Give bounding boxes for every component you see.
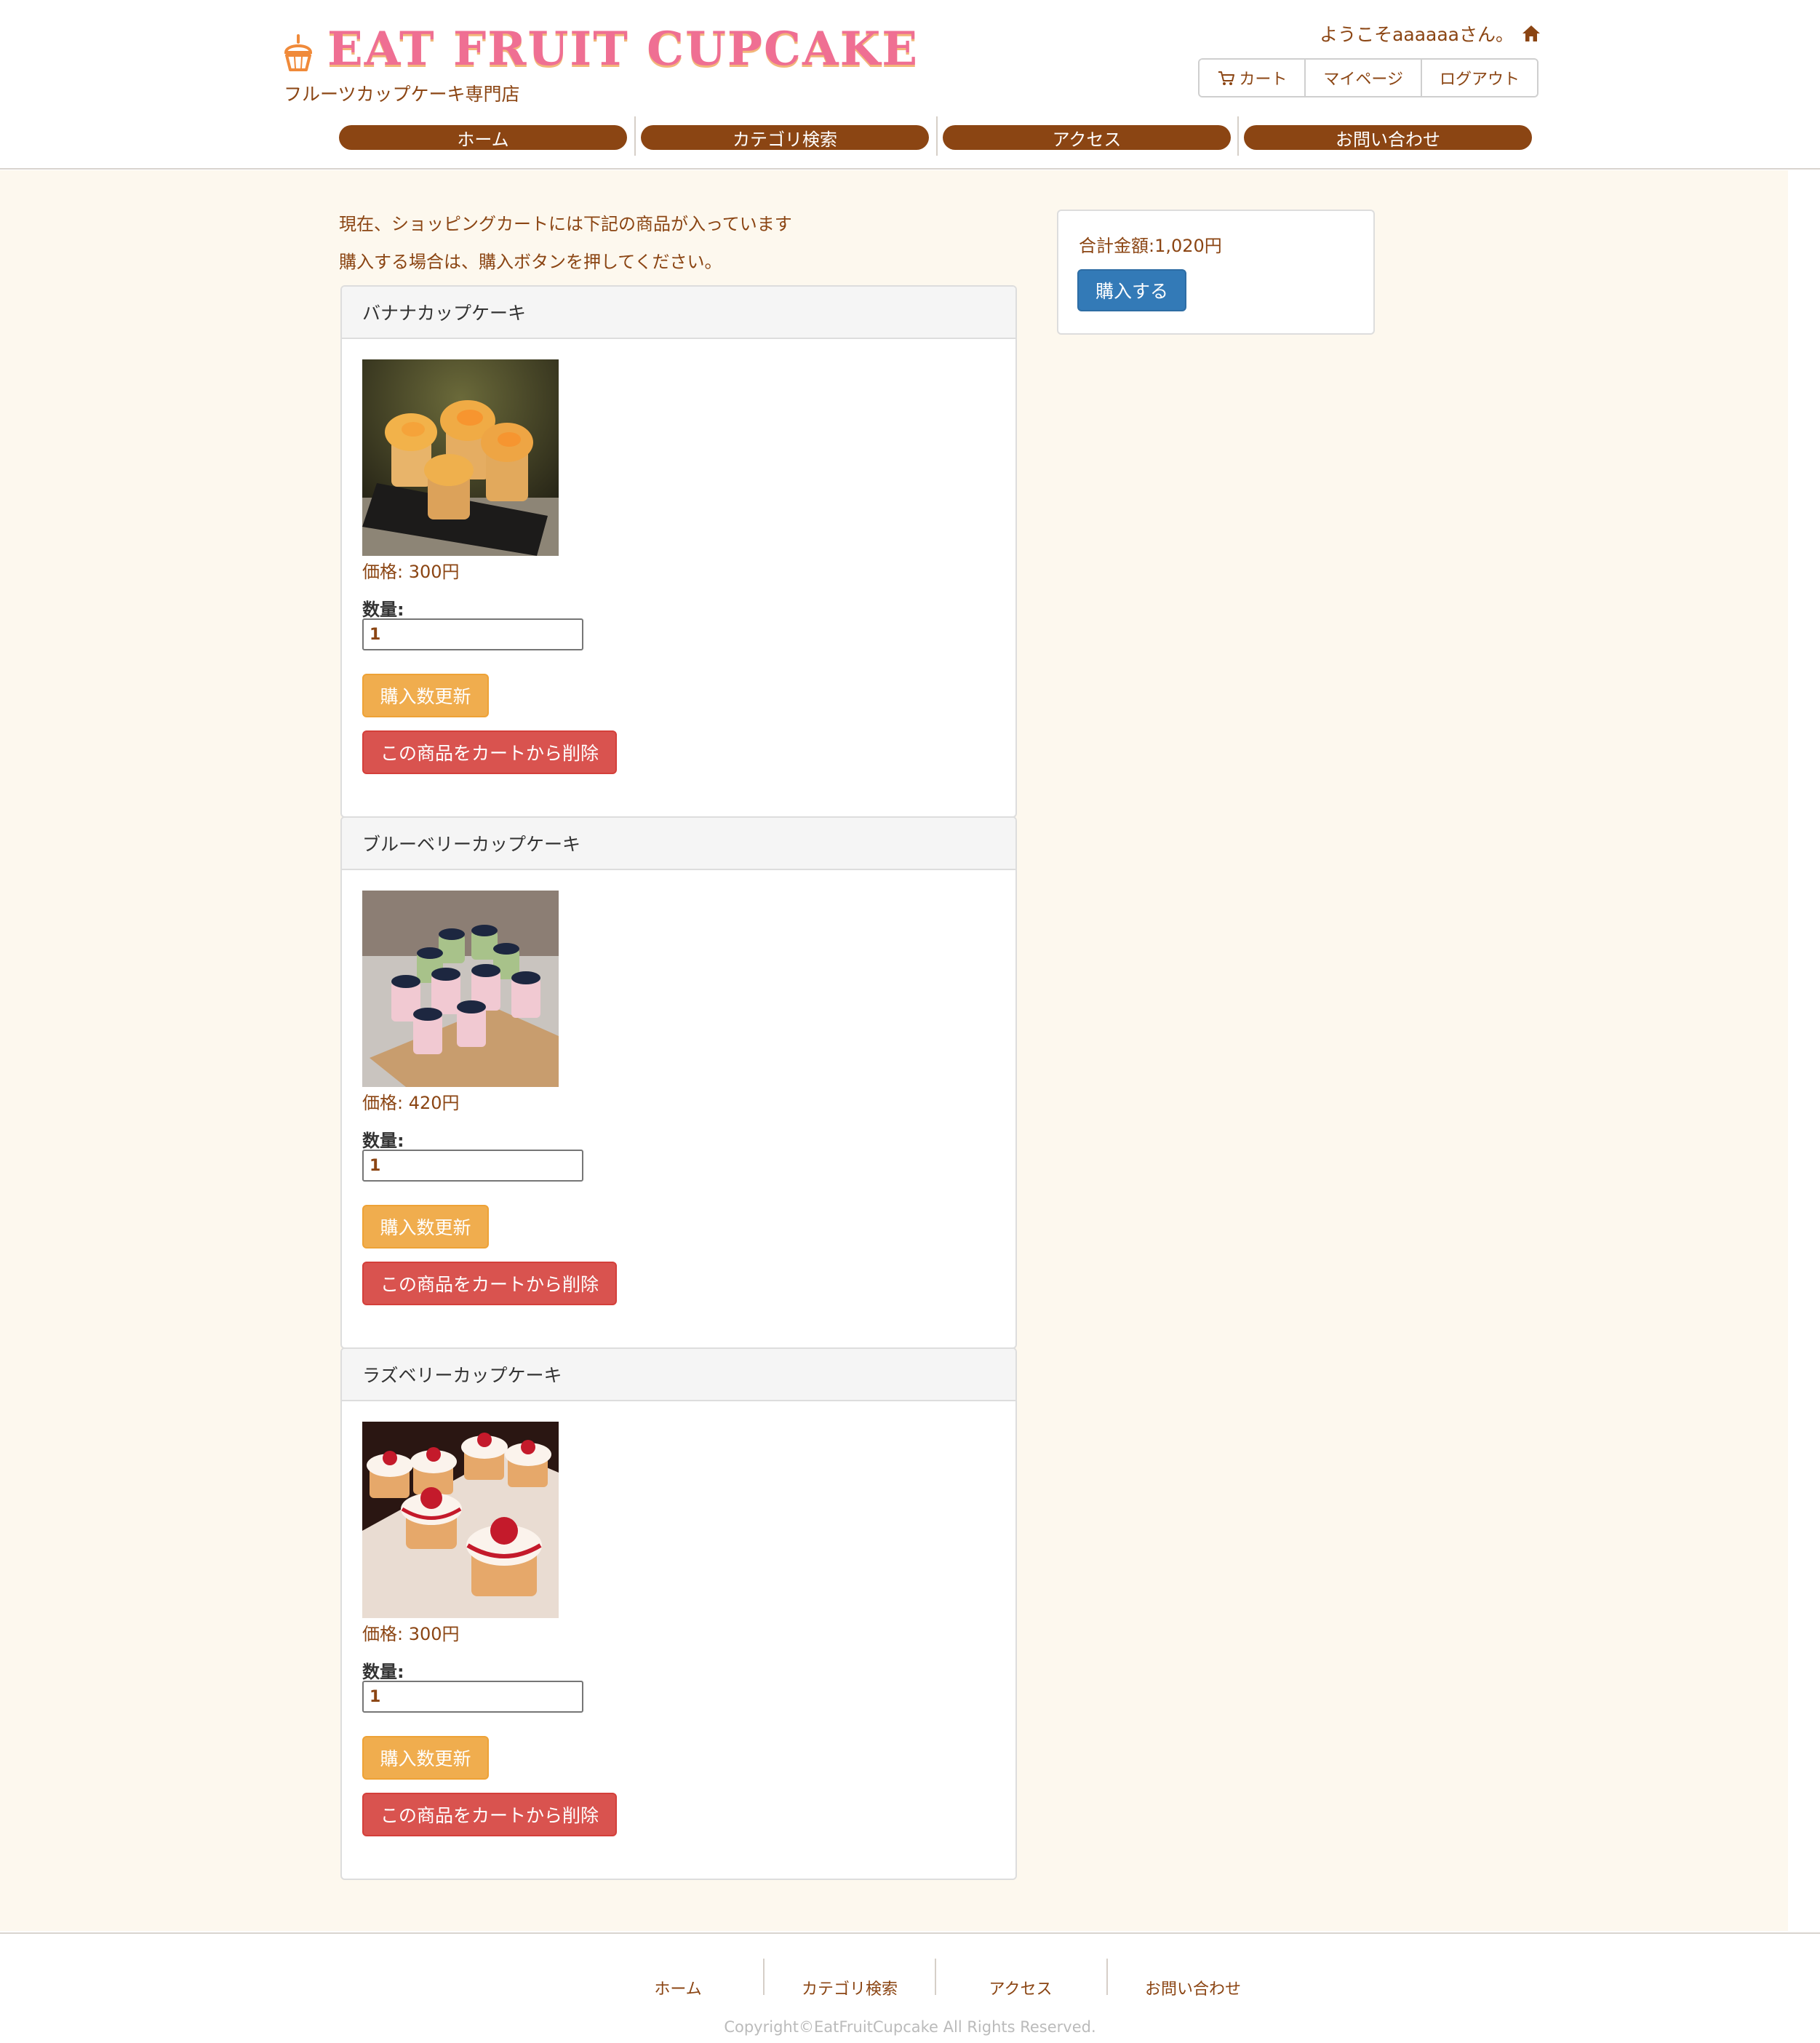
footer-divider — [1106, 1959, 1108, 1995]
cart-item-panel: ブルーベリーカップケーキ 価格: 420円 数量: 1 購入数更新 この商品をカ… — [340, 816, 1017, 1349]
site-footer: ホーム カテゴリ検索 アクセス お問い合わせ Copyright©EatFrui… — [0, 1932, 1820, 2043]
quantity-label: 数量: — [362, 600, 404, 620]
cart-item-price: 価格: 420円 — [362, 1093, 460, 1113]
cart-item-panel: バナナカップケーキ 価格: 300円 数量: 1 購入数更新 この商品をカートか… — [340, 285, 1017, 818]
cart-item-name: バナナカップケーキ — [342, 287, 1015, 339]
purchase-button[interactable]: 購入する — [1077, 269, 1186, 311]
nav-access[interactable]: アクセス — [943, 125, 1231, 150]
cart-item-name: ブルーベリーカップケーキ — [342, 818, 1015, 870]
nav-contact[interactable]: お問い合わせ — [1244, 125, 1532, 150]
remove-from-cart-button[interactable]: この商品をカートから削除 — [362, 730, 617, 774]
cart-item-name: ラズベリーカップケーキ — [342, 1349, 1015, 1401]
footer-link-home[interactable]: ホーム — [654, 1976, 701, 1999]
cart-item-price: 価格: 300円 — [362, 1624, 460, 1644]
remove-from-cart-button[interactable]: この商品をカートから削除 — [362, 1793, 617, 1836]
cart-button-label: カート — [1239, 71, 1288, 89]
cart-icon — [1218, 71, 1235, 85]
update-quantity-button[interactable]: 購入数更新 — [362, 1205, 489, 1248]
footer-link-access[interactable]: アクセス — [989, 1976, 1053, 1999]
footer-link-contact[interactable]: お問い合わせ — [1145, 1976, 1241, 1999]
footer-divider — [763, 1959, 765, 1995]
quantity-input[interactable] — [362, 1150, 583, 1182]
order-summary-panel: 合計金額:1,020円 購入する — [1057, 210, 1375, 335]
site-logo[interactable]: EAT FRUIT CUPCAKE — [327, 22, 919, 76]
mypage-button[interactable]: マイページ — [1304, 60, 1421, 96]
nav-divider — [634, 116, 636, 156]
raspberry-cupcake-image — [362, 1422, 559, 1618]
cart-intro-line-2: 購入する場合は、購入ボタンを押してください。 — [339, 252, 722, 272]
banana-cupcake-image — [362, 359, 559, 556]
site-tagline: フルーツカップケーキ専門店 — [284, 84, 520, 105]
quantity-label: 数量: — [362, 1662, 404, 1682]
nav-divider — [936, 116, 938, 156]
cart-item-body: 価格: 300円 数量: 購入数更新 この商品をカートから削除 — [342, 339, 1015, 816]
total-amount: 合計金額:1,020円 — [1079, 236, 1222, 256]
welcome-message: ようこそaaaaaaさん。 — [1320, 20, 1541, 47]
nav-divider — [1237, 116, 1239, 156]
nav-home[interactable]: ホーム — [339, 125, 627, 150]
copyright-text: Copyright©EatFruitCupcake All Rights Res… — [724, 2018, 1096, 2036]
logout-button[interactable]: ログアウト — [1420, 60, 1537, 96]
main-content: 現在、ショッピングカートには下記の商品が入っています 購入する場合は、購入ボタン… — [0, 170, 1788, 1931]
footer-link-category[interactable]: カテゴリ検索 — [802, 1976, 898, 1999]
cart-intro-line-1: 現在、ショッピングカートには下記の商品が入っています — [339, 214, 792, 234]
user-button-group: カート マイページ ログアウト — [1198, 58, 1538, 97]
footer-divider — [935, 1959, 936, 1995]
home-icon[interactable] — [1521, 23, 1541, 44]
welcome-text: ようこそaaaaaaさん。 — [1320, 24, 1514, 45]
update-quantity-button[interactable]: 購入数更新 — [362, 1736, 489, 1780]
quantity-input[interactable] — [362, 618, 583, 650]
cart-item-price: 価格: 300円 — [362, 562, 460, 582]
cupcake-icon — [284, 34, 313, 71]
cart-item-panel: ラズベリーカップケーキ 価格: 300円 数量: 1 購入数更新 この商品をカー… — [340, 1347, 1017, 1880]
remove-from-cart-button[interactable]: この商品をカートから削除 — [362, 1262, 617, 1305]
quantity-label: 数量: — [362, 1131, 404, 1151]
cart-button[interactable]: カート — [1200, 60, 1305, 96]
main-nav: ホーム カテゴリ検索 アクセス お問い合わせ — [339, 116, 1532, 156]
update-quantity-button[interactable]: 購入数更新 — [362, 674, 489, 717]
nav-category[interactable]: カテゴリ検索 — [641, 125, 929, 150]
cart-item-body: 価格: 420円 数量: 購入数更新 この商品をカートから削除 — [342, 870, 1015, 1347]
quantity-input[interactable] — [362, 1681, 583, 1713]
cart-item-body: 価格: 300円 数量: 購入数更新 この商品をカートから削除 — [342, 1401, 1015, 1879]
blueberry-cupcake-image — [362, 891, 559, 1087]
site-header: EAT FRUIT CUPCAKE フルーツカップケーキ専門店 ようこそaaaa… — [0, 0, 1820, 170]
